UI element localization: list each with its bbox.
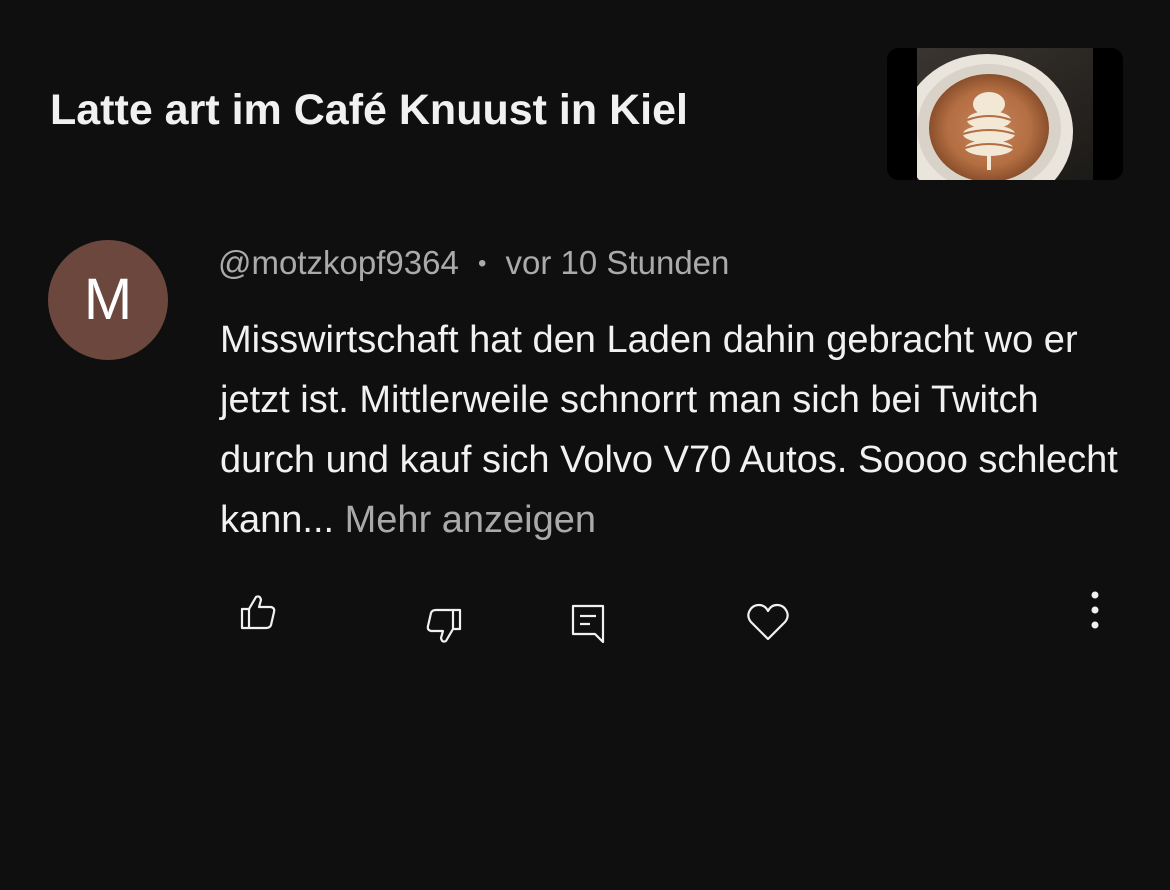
more-vertical-icon [1091, 591, 1099, 629]
like-button[interactable] [234, 588, 282, 636]
thumbs-down-icon [426, 608, 462, 643]
avatar[interactable]: M [48, 240, 168, 360]
thumbs-up-icon [240, 595, 276, 630]
heart-icon [747, 603, 789, 641]
video-thumbnail[interactable] [887, 48, 1123, 180]
comment-meta: @motzkopf9364 • vor 10 Stunden [218, 244, 729, 282]
show-more-link[interactable]: Mehr anzeigen [345, 499, 596, 541]
comment-icon [571, 604, 605, 644]
more-options-button[interactable] [1080, 588, 1110, 632]
latte-thumbnail-image [887, 48, 1123, 180]
meta-separator: • [477, 250, 487, 277]
heart-button[interactable] [744, 598, 792, 646]
comment-page: Latte art im Café Knuust in Kiel M @motz… [0, 0, 1170, 890]
comment-author[interactable]: @motzkopf9364 [218, 244, 459, 281]
comment-timestamp[interactable]: vor 10 Stunden [506, 244, 730, 281]
comment-body: Misswirtschaft hat den Laden dahin gebra… [220, 310, 1120, 550]
video-title[interactable]: Latte art im Café Knuust in Kiel [50, 86, 688, 135]
reply-button[interactable] [564, 600, 612, 648]
dislike-button[interactable] [420, 602, 468, 650]
